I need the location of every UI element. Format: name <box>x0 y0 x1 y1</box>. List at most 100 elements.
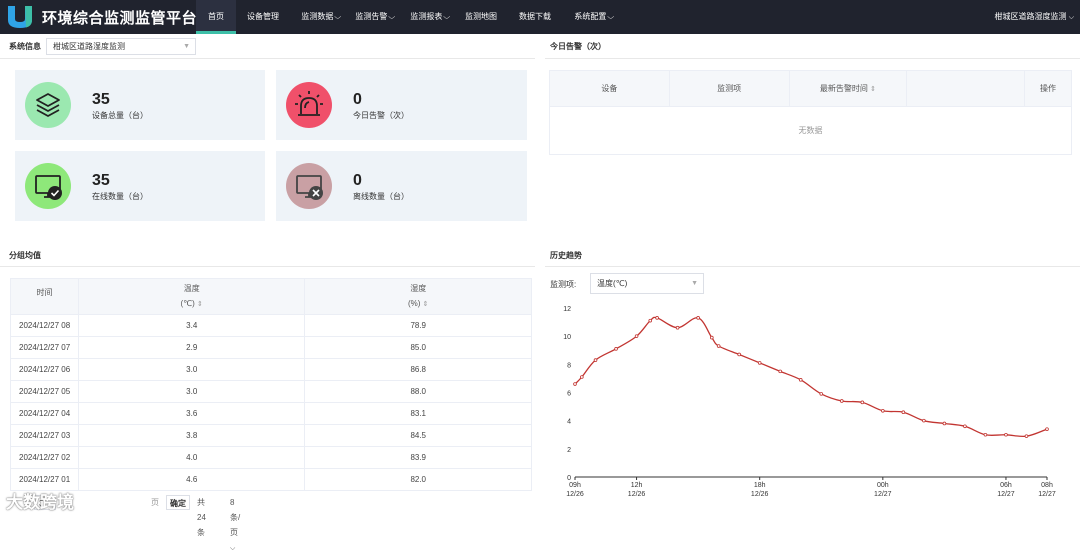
cell-temperature: 3.0 <box>78 358 306 381</box>
stat-value: 35 <box>92 172 110 189</box>
x-tick-label: 18h <box>754 482 766 489</box>
stat-label: 设备总量（台） <box>92 111 148 120</box>
x-tick-date-label: 12/26 <box>566 491 584 498</box>
cell-time: 2024/12/27 08 <box>10 314 79 337</box>
monitor-x-icon <box>286 163 332 209</box>
nav-monitoring-data-label: 监测数据 <box>301 12 334 21</box>
nav-monitoring-reports[interactable]: 监测报表⌵ <box>405 0 455 34</box>
alarms-table: 设备 监测项 最新告警时间 ⇕ 操作 无数据 <box>549 70 1072 155</box>
data-point <box>881 409 885 413</box>
cell-humidity: 86.8 <box>304 358 532 381</box>
data-point <box>710 335 714 340</box>
nav-monitoring-data[interactable]: 监测数据⌵ <box>296 0 346 34</box>
stat-label: 离线数量（台） <box>353 192 409 201</box>
nav-home[interactable]: 首页 <box>196 0 236 34</box>
empty-text: 无数据 <box>549 106 1072 155</box>
stat-label: 今日告警（次） <box>353 111 409 120</box>
data-point <box>716 344 721 348</box>
column-header-sortable[interactable]: 最新告警时间 ⇕ <box>789 70 908 107</box>
stat-card-today-alarms: 0 今日告警（次） <box>276 70 527 140</box>
monitor-check-icon <box>25 163 71 209</box>
cell-time: 2024/12/27 07 <box>10 336 79 359</box>
chevron-down-icon: ⌵ <box>230 545 236 552</box>
data-point <box>922 418 926 423</box>
table-header-row: 时间 温度 (℃) ⇕ 湿度 (%) ⇕ <box>10 278 532 315</box>
nav-system-config[interactable]: 系统配置⌵ <box>568 0 620 34</box>
temperature-series-line <box>574 316 1048 438</box>
cell-time: 2024/12/27 04 <box>10 402 79 425</box>
data-point <box>655 316 659 320</box>
nav-monitoring-map[interactable]: 监测地图 <box>460 0 502 34</box>
column-header <box>906 70 1026 107</box>
watermark: 大数跨境 <box>6 493 74 512</box>
x-tick-date-label: 12/27 <box>997 491 1015 498</box>
sort-icon[interactable]: ⇕ <box>197 301 203 308</box>
column-header-temp[interactable]: 温度 (℃) ⇕ <box>78 278 306 315</box>
data-point <box>614 347 618 351</box>
table-row: 2024/12/27 07 2.9 85.0 <box>10 336 532 359</box>
user-menu[interactable]: 柑城区道路湿度监测 ⌵ <box>994 0 1074 34</box>
y-tick-label: 10 <box>563 334 571 341</box>
column-header: 监测项 <box>669 70 790 107</box>
column-header: 操作 <box>1024 70 1072 107</box>
app-title: 环境综合监测监管平台 <box>42 10 198 27</box>
nav-monitoring-reports-label: 监测报表 <box>410 12 443 21</box>
x-tick-date-label: 12/27 <box>874 491 892 498</box>
data-point <box>839 399 844 403</box>
data-point <box>1024 434 1029 438</box>
stat-card-offline-devices: 0 离线数量（台） <box>276 151 527 221</box>
metric-select[interactable]: 温度(℃) ▼ <box>590 273 704 294</box>
caret-down-icon: ▼ <box>183 43 190 50</box>
history-title: 历史趋势 <box>550 251 582 260</box>
x-tick-date-label: 12/26 <box>628 491 646 498</box>
table-row: 2024/12/27 01 4.6 82.0 <box>10 468 532 491</box>
chevron-down-icon: ⌵ <box>388 14 396 21</box>
chevron-down-icon: ⌵ <box>443 14 451 21</box>
history-line-chart: 0 2 4 6 8 10 12 09h 12/26 12h 12/26 18h 12/26 00h 12/2… <box>563 306 1056 498</box>
nav-data-download-label: 数据下载 <box>519 12 551 21</box>
column-unit: (%) <box>407 299 421 308</box>
data-point <box>819 392 824 396</box>
system-select[interactable]: 柑城区道路湿度监测 ▼ <box>46 38 196 55</box>
cell-humidity: 88.0 <box>304 380 532 403</box>
table-row: 2024/12/27 08 3.4 78.9 <box>10 314 532 337</box>
data-point <box>983 432 988 437</box>
nav-data-download[interactable]: 数据下载 <box>512 0 558 34</box>
data-point <box>634 334 639 338</box>
cell-temperature: 3.0 <box>78 380 306 403</box>
stat-card-online-devices: 35 在线数量（台） <box>15 151 265 221</box>
x-tick-label: 12h <box>631 482 643 489</box>
data-point <box>860 400 865 405</box>
column-header-humidity[interactable]: 湿度 (%) ⇕ <box>304 278 532 315</box>
column-unit: (℃) <box>180 299 195 308</box>
metric-select-value: 温度(℃) <box>597 279 628 288</box>
logo-icon <box>8 6 32 28</box>
y-tick-label: 0 <box>567 475 571 482</box>
top-navbar: 环境综合监测监管平台 首页 设备管理 监测数据⌵ 监测告警⌵ 监测报表⌵ 监测地… <box>0 0 1080 34</box>
table-row: 2024/12/27 02 4.0 83.9 <box>10 446 532 469</box>
sysinfo-title: 系统信息 <box>9 42 41 51</box>
table-header-row: 设备 监测项 最新告警时间 ⇕ 操作 <box>549 70 1072 107</box>
table-row: 2024/12/27 03 3.8 84.5 <box>10 424 532 447</box>
data-point <box>696 316 700 320</box>
cell-humidity: 84.5 <box>304 424 532 447</box>
nav-monitoring-alarms[interactable]: 监测告警⌵ <box>350 0 400 34</box>
data-point <box>648 318 653 323</box>
sort-icon[interactable]: ⇕ <box>870 86 876 93</box>
cell-humidity: 83.1 <box>304 402 532 425</box>
page-size-select[interactable]: 8 条/页 ⌵ <box>230 495 240 552</box>
alarm-light-icon <box>286 82 332 128</box>
nav-device-management[interactable]: 设备管理 <box>240 0 286 34</box>
x-tick-label: 06h <box>1000 482 1012 489</box>
stat-value: 35 <box>92 91 110 108</box>
column-label: 温度 <box>183 284 200 293</box>
sort-icon[interactable]: ⇕ <box>423 301 429 308</box>
data-point <box>737 352 741 357</box>
confirm-button[interactable]: 确定 <box>166 495 190 510</box>
groups-title: 分组均值 <box>9 251 41 260</box>
page-goto-suffix: 页 <box>151 498 159 507</box>
cell-temperature: 4.0 <box>78 446 306 469</box>
cell-humidity: 83.9 <box>304 446 532 469</box>
stat-value: 0 <box>353 91 362 108</box>
column-header: 时间 <box>10 278 79 315</box>
